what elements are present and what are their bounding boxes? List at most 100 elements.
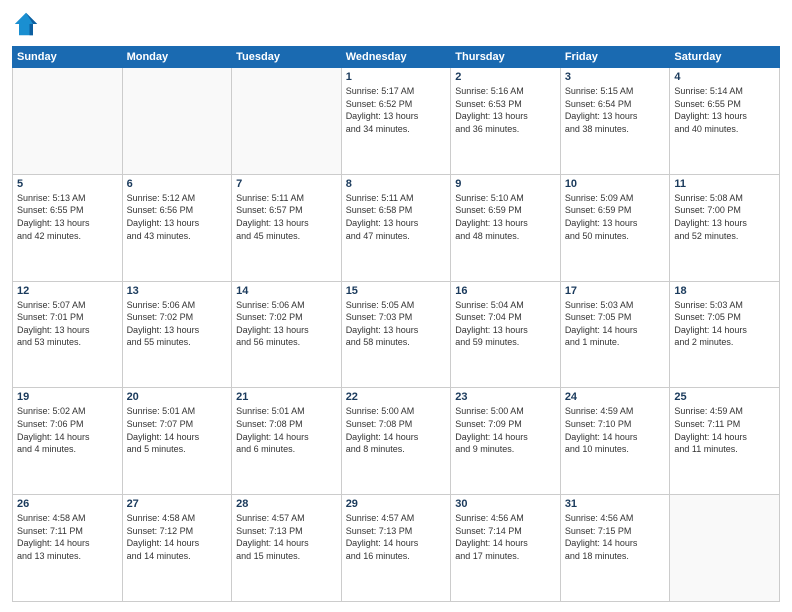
- day-cell: [13, 68, 123, 175]
- day-cell: 25 Sunrise: 4:59 AM Sunset: 7:11 PM Dayli…: [670, 388, 780, 495]
- logo-icon: [12, 10, 40, 38]
- day-number: 14: [236, 285, 337, 297]
- day-info: Sunrise: 5:11 AM Sunset: 6:58 PM Dayligh…: [346, 192, 447, 242]
- weekday-header-tuesday: Tuesday: [232, 47, 342, 68]
- day-cell: 6 Sunrise: 5:12 AM Sunset: 6:56 PM Daylig…: [122, 174, 232, 281]
- day-info: Sunrise: 5:13 AM Sunset: 6:55 PM Dayligh…: [17, 192, 118, 242]
- day-cell: 12Sunrise: 5:07 AM Sunset: 7:01 PM Dayli…: [13, 281, 123, 388]
- day-info: Sunrise: 5:15 AM Sunset: 6:54 PM Dayligh…: [565, 85, 666, 135]
- day-info: Sunrise: 5:16 AM Sunset: 6:53 PM Dayligh…: [455, 85, 556, 135]
- day-info: Sunrise: 5:01 AM Sunset: 7:08 PM Dayligh…: [236, 405, 337, 455]
- day-cell: 24 Sunrise: 4:59 AM Sunset: 7:10 PM Dayli…: [560, 388, 670, 495]
- day-info: Sunrise: 5:07 AM Sunset: 7:01 PM Dayligh…: [17, 299, 118, 349]
- day-cell: 4 Sunrise: 5:14 AM Sunset: 6:55 PM Daylig…: [670, 68, 780, 175]
- day-cell: 10 Sunrise: 5:09 AM Sunset: 6:59 PM Dayli…: [560, 174, 670, 281]
- day-number: 10: [565, 178, 666, 190]
- logo: [12, 10, 42, 38]
- day-number: 26: [17, 498, 118, 510]
- day-cell: 23 Sunrise: 5:00 AM Sunset: 7:09 PM Dayli…: [451, 388, 561, 495]
- day-info: Sunrise: 5:14 AM Sunset: 6:55 PM Dayligh…: [674, 85, 775, 135]
- day-cell: 15 Sunrise: 5:05 AM Sunset: 7:03 PM Dayli…: [341, 281, 451, 388]
- day-number: 15: [346, 285, 447, 297]
- day-info: Sunrise: 4:56 AM Sunset: 7:14 PM Dayligh…: [455, 512, 556, 562]
- day-cell: 7 Sunrise: 5:11 AM Sunset: 6:57 PM Daylig…: [232, 174, 342, 281]
- day-cell: 3 Sunrise: 5:15 AM Sunset: 6:54 PM Daylig…: [560, 68, 670, 175]
- day-number: 18: [674, 285, 775, 297]
- day-info: Sunrise: 5:00 AM Sunset: 7:08 PM Dayligh…: [346, 405, 447, 455]
- day-cell: 2Sunrise: 5:16 AM Sunset: 6:53 PM Daylig…: [451, 68, 561, 175]
- day-cell: 26 Sunrise: 4:58 AM Sunset: 7:11 PM Dayli…: [13, 495, 123, 602]
- day-cell: [670, 495, 780, 602]
- day-number: 4: [674, 71, 775, 83]
- day-cell: 17 Sunrise: 5:03 AM Sunset: 7:05 PM Dayli…: [560, 281, 670, 388]
- day-info: Sunrise: 5:02 AM Sunset: 7:06 PM Dayligh…: [17, 405, 118, 455]
- week-row-5: 26 Sunrise: 4:58 AM Sunset: 7:11 PM Dayli…: [13, 495, 780, 602]
- weekday-header-row: SundayMondayTuesdayWednesdayThursdayFrid…: [13, 47, 780, 68]
- day-info: Sunrise: 4:56 AM Sunset: 7:15 PM Dayligh…: [565, 512, 666, 562]
- day-info: Sunrise: 5:08 AM Sunset: 7:00 PM Dayligh…: [674, 192, 775, 242]
- day-info: Sunrise: 4:58 AM Sunset: 7:11 PM Dayligh…: [17, 512, 118, 562]
- day-number: 9: [455, 178, 556, 190]
- day-cell: [122, 68, 232, 175]
- day-number: 3: [565, 71, 666, 83]
- day-number: 11: [674, 178, 775, 190]
- day-number: 13: [127, 285, 228, 297]
- day-number: 27: [127, 498, 228, 510]
- week-row-4: 19 Sunrise: 5:02 AM Sunset: 7:06 PM Dayli…: [13, 388, 780, 495]
- header: [12, 10, 780, 38]
- day-info: Sunrise: 5:05 AM Sunset: 7:03 PM Dayligh…: [346, 299, 447, 349]
- day-info: Sunrise: 4:59 AM Sunset: 7:11 PM Dayligh…: [674, 405, 775, 455]
- weekday-header-monday: Monday: [122, 47, 232, 68]
- day-cell: 21Sunrise: 5:01 AM Sunset: 7:08 PM Dayli…: [232, 388, 342, 495]
- weekday-header-friday: Friday: [560, 47, 670, 68]
- day-number: 5: [17, 178, 118, 190]
- day-number: 24: [565, 391, 666, 403]
- day-number: 20: [127, 391, 228, 403]
- day-number: 25: [674, 391, 775, 403]
- day-cell: 13 Sunrise: 5:06 AM Sunset: 7:02 PM Dayli…: [122, 281, 232, 388]
- day-cell: [232, 68, 342, 175]
- day-cell: 30Sunrise: 4:56 AM Sunset: 7:14 PM Dayli…: [451, 495, 561, 602]
- day-info: Sunrise: 5:06 AM Sunset: 7:02 PM Dayligh…: [127, 299, 228, 349]
- day-number: 8: [346, 178, 447, 190]
- calendar-table: SundayMondayTuesdayWednesdayThursdayFrid…: [12, 46, 780, 602]
- day-cell: 14 Sunrise: 5:06 AM Sunset: 7:02 PM Dayli…: [232, 281, 342, 388]
- day-info: Sunrise: 4:57 AM Sunset: 7:13 PM Dayligh…: [236, 512, 337, 562]
- day-info: Sunrise: 5:09 AM Sunset: 6:59 PM Dayligh…: [565, 192, 666, 242]
- day-number: 6: [127, 178, 228, 190]
- day-info: Sunrise: 5:01 AM Sunset: 7:07 PM Dayligh…: [127, 405, 228, 455]
- day-number: 19: [17, 391, 118, 403]
- day-number: 16: [455, 285, 556, 297]
- day-number: 23: [455, 391, 556, 403]
- day-number: 17: [565, 285, 666, 297]
- day-cell: 20 Sunrise: 5:01 AM Sunset: 7:07 PM Dayli…: [122, 388, 232, 495]
- day-info: Sunrise: 5:11 AM Sunset: 6:57 PM Dayligh…: [236, 192, 337, 242]
- day-info: Sunrise: 5:10 AM Sunset: 6:59 PM Dayligh…: [455, 192, 556, 242]
- day-info: Sunrise: 5:06 AM Sunset: 7:02 PM Dayligh…: [236, 299, 337, 349]
- week-row-1: 1Sunrise: 5:17 AM Sunset: 6:52 PM Daylig…: [13, 68, 780, 175]
- day-cell: 16Sunrise: 5:04 AM Sunset: 7:04 PM Dayli…: [451, 281, 561, 388]
- day-cell: 9 Sunrise: 5:10 AM Sunset: 6:59 PM Daylig…: [451, 174, 561, 281]
- day-cell: 29Sunrise: 4:57 AM Sunset: 7:13 PM Dayli…: [341, 495, 451, 602]
- day-number: 7: [236, 178, 337, 190]
- day-cell: 5 Sunrise: 5:13 AM Sunset: 6:55 PM Daylig…: [13, 174, 123, 281]
- day-cell: 22 Sunrise: 5:00 AM Sunset: 7:08 PM Dayli…: [341, 388, 451, 495]
- page: SundayMondayTuesdayWednesdayThursdayFrid…: [0, 0, 792, 612]
- week-row-2: 5 Sunrise: 5:13 AM Sunset: 6:55 PM Daylig…: [13, 174, 780, 281]
- weekday-header-sunday: Sunday: [13, 47, 123, 68]
- day-cell: 27 Sunrise: 4:58 AM Sunset: 7:12 PM Dayli…: [122, 495, 232, 602]
- day-cell: 31 Sunrise: 4:56 AM Sunset: 7:15 PM Dayli…: [560, 495, 670, 602]
- day-info: Sunrise: 4:59 AM Sunset: 7:10 PM Dayligh…: [565, 405, 666, 455]
- day-cell: 11 Sunrise: 5:08 AM Sunset: 7:00 PM Dayli…: [670, 174, 780, 281]
- week-row-3: 12Sunrise: 5:07 AM Sunset: 7:01 PM Dayli…: [13, 281, 780, 388]
- day-info: Sunrise: 5:00 AM Sunset: 7:09 PM Dayligh…: [455, 405, 556, 455]
- day-info: Sunrise: 5:03 AM Sunset: 7:05 PM Dayligh…: [674, 299, 775, 349]
- day-cell: 19 Sunrise: 5:02 AM Sunset: 7:06 PM Dayli…: [13, 388, 123, 495]
- day-info: Sunrise: 4:58 AM Sunset: 7:12 PM Dayligh…: [127, 512, 228, 562]
- day-info: Sunrise: 5:12 AM Sunset: 6:56 PM Dayligh…: [127, 192, 228, 242]
- day-number: 22: [346, 391, 447, 403]
- day-info: Sunrise: 5:17 AM Sunset: 6:52 PM Dayligh…: [346, 85, 447, 135]
- day-info: Sunrise: 5:03 AM Sunset: 7:05 PM Dayligh…: [565, 299, 666, 349]
- weekday-header-thursday: Thursday: [451, 47, 561, 68]
- day-number: 31: [565, 498, 666, 510]
